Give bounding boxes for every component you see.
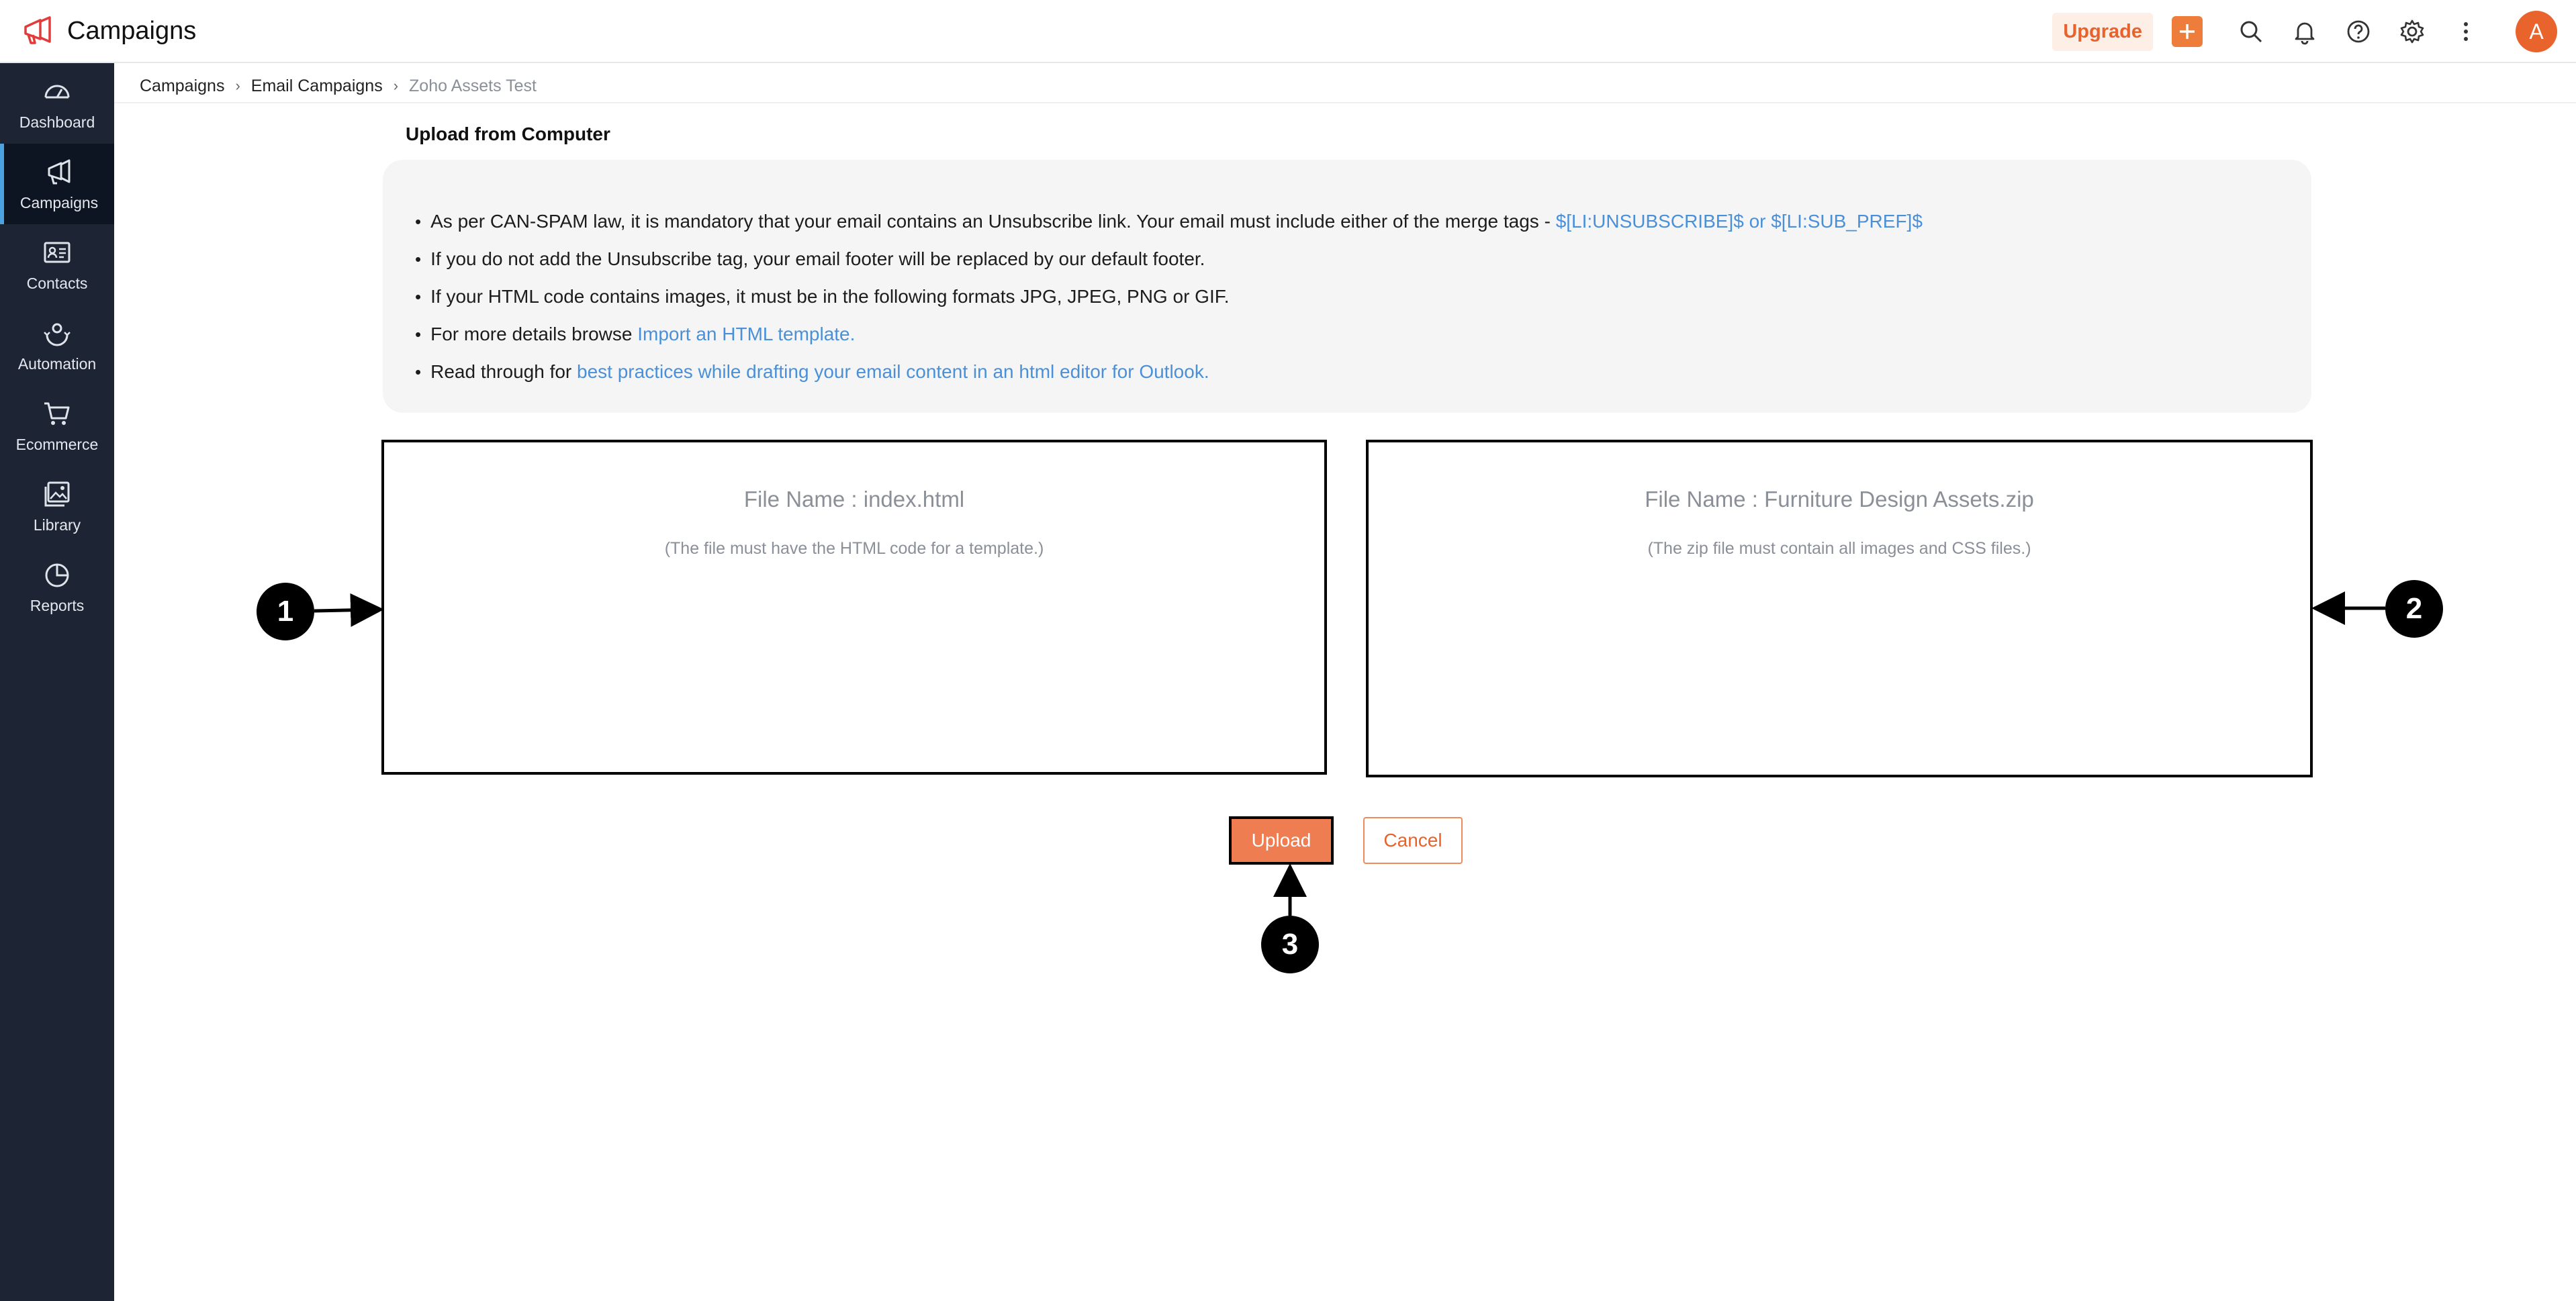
- upload-button[interactable]: Upload: [1229, 816, 1334, 865]
- callout-2: 2: [2385, 580, 2443, 638]
- list-item: Read through for best practices while dr…: [415, 353, 1923, 391]
- callout-3: 3: [1261, 916, 1319, 973]
- breadcrumb-current: Zoho Assets Test: [409, 76, 537, 95]
- list-item: If your HTML code contains images, it mu…: [415, 278, 1923, 316]
- html-file-name: File Name : index.html: [743, 487, 965, 512]
- divider: [114, 102, 2576, 103]
- sidebar-item-automation[interactable]: Automation: [0, 305, 114, 385]
- automation-icon: [44, 323, 71, 346]
- list-item: If you do not add the Unsubscribe tag, y…: [415, 240, 1923, 278]
- help-icon: [2347, 20, 2370, 43]
- info-text: If you do not add the Unsubscribe tag, y…: [430, 248, 1205, 269]
- sidebar-item-campaigns[interactable]: Campaigns: [0, 144, 114, 224]
- zip-file-dropzone[interactable]: File Name : Furniture Design Assets.zip …: [1366, 440, 2313, 777]
- app-title: Campaigns: [67, 16, 197, 45]
- page-title: Upload from Computer: [406, 124, 610, 144]
- sidebar-item-label: Contacts: [26, 274, 88, 292]
- zip-file-name: File Name : Furniture Design Assets.zip: [1645, 487, 2034, 512]
- sidebar-item-library[interactable]: Library: [0, 466, 114, 546]
- merge-tags-text: $[LI:UNSUBSCRIBE]$ or $[LI:SUB_PREF]$: [1555, 211, 1923, 232]
- chevron-right-icon: ›: [393, 77, 399, 94]
- sidebar-item-dashboard[interactable]: Dashboard: [0, 63, 114, 144]
- info-text: For more details browse: [430, 324, 638, 344]
- campaigns-logo-icon: [24, 16, 51, 44]
- cart-icon: [44, 402, 70, 425]
- info-panel: As per CAN-SPAM law, it is mandatory tha…: [383, 160, 2311, 413]
- info-text: If your HTML code contains images, it mu…: [430, 286, 1230, 307]
- settings-button[interactable]: [2396, 15, 2428, 48]
- info-text: As per CAN-SPAM law, it is mandatory tha…: [430, 211, 1556, 232]
- user-avatar[interactable]: A: [2516, 11, 2557, 52]
- pie-chart-icon: [45, 563, 69, 587]
- upgrade-button[interactable]: Upgrade: [2052, 12, 2153, 51]
- html-file-dropzone[interactable]: File Name : index.html (The file must ha…: [381, 440, 1327, 775]
- sidebar-item-label: Dashboard: [19, 113, 95, 131]
- brand[interactable]: Campaigns: [20, 13, 196, 48]
- sidebar-item-label: Automation: [17, 354, 97, 373]
- callout-1: 1: [257, 583, 314, 640]
- html-file-hint: (The file must have the HTML code for a …: [664, 539, 1044, 558]
- gear-icon: [2400, 19, 2424, 44]
- list-item: For more details browse Import an HTML t…: [415, 316, 1923, 353]
- sidebar-item-label: Campaigns: [19, 193, 99, 211]
- list-item: As per CAN-SPAM law, it is mandatory tha…: [415, 203, 1923, 240]
- breadcrumb: Campaigns › Email Campaigns › Zoho Asset…: [140, 73, 537, 99]
- search-button[interactable]: [2235, 15, 2267, 48]
- dashboard-icon: [44, 85, 70, 98]
- zip-file-hint: (The zip file must contain all images an…: [1647, 539, 2031, 558]
- import-html-template-link[interactable]: Import an HTML template.: [637, 324, 855, 344]
- sidebar-item-label: Reports: [30, 596, 85, 614]
- sidebar-item-ecommerce[interactable]: Ecommerce: [0, 385, 114, 466]
- bell-icon: [2295, 22, 2315, 45]
- sidebar-item-contacts[interactable]: Contacts: [0, 224, 114, 305]
- plus-icon: [2180, 24, 2195, 39]
- help-button[interactable]: [2342, 15, 2375, 48]
- more-vertical-icon: [2464, 22, 2468, 41]
- cancel-button[interactable]: Cancel: [1363, 817, 1463, 864]
- sidebar-item-label: Ecommerce: [15, 435, 99, 453]
- breadcrumb-campaigns[interactable]: Campaigns: [140, 77, 224, 96]
- arrow-1: [314, 593, 384, 627]
- more-options-button[interactable]: [2450, 15, 2482, 48]
- contact-card-icon: [44, 242, 71, 262]
- create-new-button[interactable]: [2172, 16, 2203, 47]
- sidebar-item-label: Library: [33, 516, 81, 534]
- info-text: Read through for: [430, 361, 578, 382]
- sidebar-item-reports[interactable]: Reports: [0, 546, 114, 627]
- best-practices-link[interactable]: best practices while drafting your email…: [577, 361, 1209, 382]
- search-icon: [2240, 21, 2262, 43]
- breadcrumb-email-campaigns[interactable]: Email Campaigns: [251, 77, 383, 96]
- megaphone-icon: [48, 159, 71, 184]
- top-header: Campaigns Upgrade A: [0, 0, 2576, 63]
- chevron-right-icon: ›: [235, 77, 240, 94]
- notifications-button[interactable]: [2289, 15, 2321, 48]
- info-list: As per CAN-SPAM law, it is mandatory tha…: [415, 203, 1923, 391]
- image-library-icon: [44, 481, 70, 506]
- sidebar: Dashboard Campaigns Contacts Automation …: [0, 63, 114, 1301]
